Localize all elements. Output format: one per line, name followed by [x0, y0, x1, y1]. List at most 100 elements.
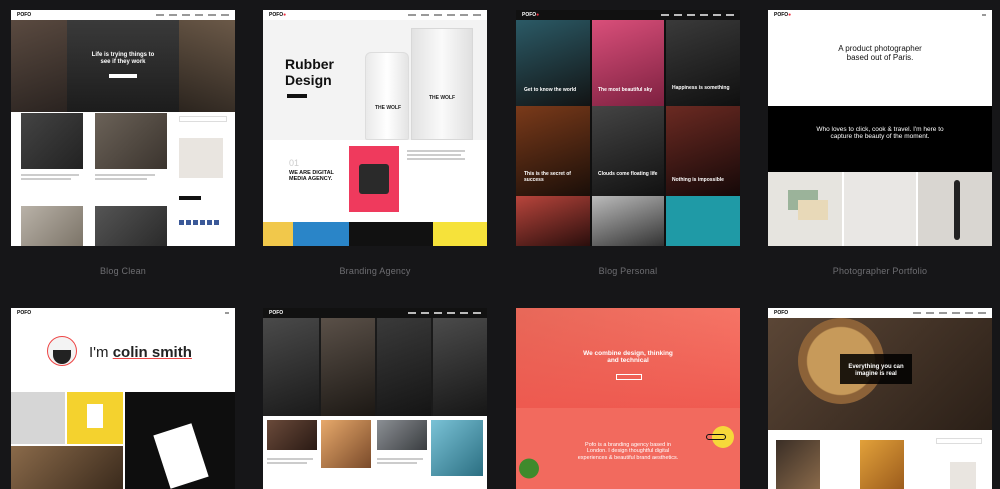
post-title-3: Happiness is something: [672, 85, 730, 91]
bottle-image: [365, 52, 409, 140]
post-image-3: [377, 420, 427, 450]
logo: POFO: [17, 310, 32, 316]
hero-title: Everything you can imagine is real: [848, 364, 904, 377]
post-title-6: Nothing is impossible: [672, 177, 724, 183]
mini-header: POFO: [11, 308, 235, 318]
hero-photo-4: [433, 318, 487, 416]
mini-header: POFO●: [516, 10, 740, 20]
mini-header: POFO: [11, 10, 235, 20]
glasses-image: [706, 434, 726, 440]
tshirt-object: [87, 404, 103, 428]
portfolio-item-2: [844, 172, 916, 246]
hero-photo-center: [67, 20, 179, 112]
mini-nav: [661, 14, 734, 16]
post-title-1: Get to know the world: [524, 87, 577, 93]
post-text: [377, 462, 417, 464]
body-text: [407, 158, 465, 160]
search-box: [179, 116, 227, 122]
post-image-1: [776, 440, 820, 489]
strip-3: [349, 222, 433, 246]
social-icons: [179, 220, 219, 225]
post-title-2: The most beautiful sky: [598, 87, 653, 93]
post-text: [21, 178, 71, 180]
post-text: [21, 174, 79, 176]
author-photo: [179, 138, 223, 178]
demo-card-photographer-portfolio[interactable]: POFO● A product photographer based out o…: [768, 10, 992, 246]
hero-prefix: I'm: [89, 344, 109, 361]
hero-name: colin smith: [112, 344, 192, 361]
mini-header: POFO: [263, 308, 487, 318]
post-image-4: [95, 206, 167, 246]
logo: POFO: [269, 310, 284, 316]
knife-object: [954, 180, 960, 240]
post-tile-2: [592, 20, 664, 110]
post-image-1: [21, 113, 83, 169]
hero-photo-right: [179, 20, 235, 112]
demo-card-food-blog[interactable]: POFO Everything you can imagine is real: [768, 308, 992, 489]
mini-nav: [156, 14, 229, 16]
plant-image: [516, 448, 542, 489]
post-image-2: [95, 113, 167, 169]
strip-4: [433, 222, 487, 246]
post-tile-7: [516, 196, 590, 246]
post-title-4: This is the secret of success: [524, 171, 571, 183]
section-title: WE ARE DIGITAL MEDIA AGENCY.: [289, 170, 334, 183]
post-image-2: [860, 440, 904, 489]
strip-1: [263, 222, 293, 246]
portfolio-item-1: [11, 392, 65, 444]
mini-nav: [408, 14, 481, 16]
section-number: 01: [289, 158, 300, 168]
hero-photo-2: [321, 318, 375, 416]
mini-nav: [913, 312, 986, 314]
post-tile-5: [592, 106, 664, 196]
demo-card-personal-portfolio[interactable]: POFO I'm colin smith: [11, 308, 235, 489]
hero-button: [109, 74, 137, 78]
demo-caption: Blog Clean: [99, 266, 147, 276]
demo-caption: Branding Agency: [339, 266, 411, 276]
menu-icon: [982, 14, 986, 16]
demo-card-coral-agency[interactable]: pofo We combine design, thinking and tec…: [516, 308, 740, 489]
hero-photo-left: [11, 20, 67, 112]
mini-header: POFO: [768, 308, 992, 318]
author-button: [179, 196, 201, 200]
logo: POFO●: [269, 12, 287, 18]
post-image-1: [267, 420, 317, 450]
demo-card-blog-personal[interactable]: POFO● Get to know the world The most bea…: [516, 10, 740, 246]
mini-header: POFO●: [768, 10, 992, 20]
hero-button: [287, 94, 307, 98]
portfolio-item-4: [11, 446, 123, 489]
hero-greeting: I'm colin smith: [89, 344, 192, 361]
card-object: [798, 200, 828, 220]
post-text: [267, 462, 307, 464]
hero-title: Rubber Design: [285, 56, 334, 89]
post-tile-3: [666, 20, 740, 110]
logo: POFO●: [774, 12, 792, 18]
demo-card-blog-magazine[interactable]: POFO: [263, 308, 487, 489]
search-box: [936, 438, 982, 444]
hero-photo-1: [263, 318, 319, 416]
body-text: [407, 150, 465, 152]
post-title-5: Clouds come floating life: [598, 171, 658, 177]
post-text: [377, 458, 423, 460]
demo-card-blog-clean[interactable]: POFO Life is trying things to see if the…: [11, 10, 235, 246]
post-text: [267, 458, 313, 460]
demo-card-branding-agency[interactable]: POFO● Rubber Design THE WOLF THE WOLF 01…: [263, 10, 487, 246]
hero-title: A product photographer based out of Pari…: [838, 44, 922, 63]
strip-2: [293, 222, 349, 246]
demo-caption: Photographer Portfolio: [832, 266, 928, 276]
hero-title: We combine design, thinking and technica…: [583, 350, 673, 365]
hero-button: [616, 374, 642, 380]
mini-header: POFO●: [263, 10, 487, 20]
logo: POFO: [774, 310, 789, 316]
body-text: [407, 154, 461, 156]
mini-nav: [408, 312, 481, 314]
post-image-4: [431, 420, 483, 476]
intro-text: Who loves to click, cook & travel. I'm h…: [816, 126, 944, 141]
intro-text: Pofo is a branding agency based in Londo…: [577, 442, 679, 461]
bag-image: [411, 28, 473, 140]
demo-caption: Blog Personal: [598, 266, 658, 276]
logo: POFO●: [522, 12, 540, 18]
author-photo: [950, 462, 976, 489]
post-image-2: [321, 420, 371, 468]
bag-label: THE WOLF: [428, 95, 456, 101]
